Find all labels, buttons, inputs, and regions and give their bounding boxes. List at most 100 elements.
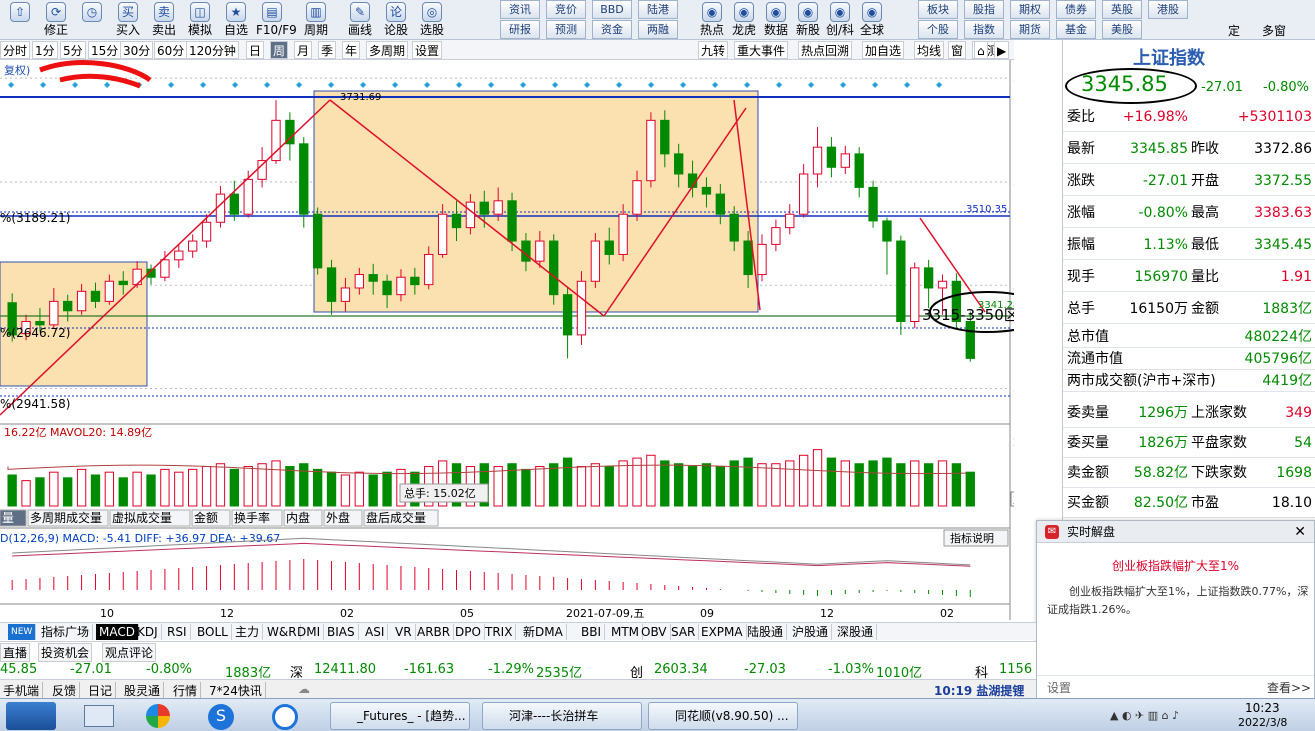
grid-button[interactable]: 期货 xyxy=(1010,20,1050,39)
indicator-tab[interactable]: DMI xyxy=(294,624,325,640)
popup-settings[interactable]: 设置 xyxy=(1047,679,1071,696)
indicator-tab[interactable]: OBV xyxy=(638,624,671,640)
close-icon[interactable]: ✕ xyxy=(1294,521,1306,543)
indicator-tab[interactable]: 沪股通 xyxy=(789,624,833,640)
toolbar-dragon-tiger-button[interactable]: ◉ 龙虎 xyxy=(728,0,760,40)
toolbar-label[interactable]: 多窗 xyxy=(1262,22,1286,39)
chart-tool[interactable]: 加自选 xyxy=(862,41,905,59)
indicator-tab[interactable]: EXPMA xyxy=(698,624,747,640)
indicator-tab[interactable]: BOLL xyxy=(194,624,232,640)
indicator-tab[interactable]: ARBR xyxy=(414,624,455,640)
indicator-tab[interactable]: VR xyxy=(392,624,416,640)
status-item[interactable]: 7*24快讯 xyxy=(206,682,266,699)
status-item[interactable]: 股灵通 xyxy=(121,682,165,699)
indicator-tab[interactable]: ASI xyxy=(362,624,389,640)
grid-button[interactable]: 陆港 xyxy=(638,0,678,19)
chart-tool[interactable]: 热点回溯 xyxy=(798,41,853,59)
grid-button[interactable]: 预测 xyxy=(546,20,586,39)
period-tab[interactable]: 年 xyxy=(342,41,361,59)
indicator-tab[interactable]: 深股通 xyxy=(834,624,878,640)
chart-tool[interactable]: 九转 xyxy=(698,41,729,59)
period-tab[interactable]: 5分 xyxy=(60,41,86,59)
taskbar-app[interactable]: 河津----长治拼车 xyxy=(482,702,642,730)
period-tab[interactable]: 分时 xyxy=(0,41,31,59)
grid-button[interactable]: 两融 xyxy=(638,20,678,39)
browser-icon[interactable] xyxy=(146,704,170,728)
toolbar-stock-pick-button[interactable]: ◎ 选股 xyxy=(416,0,448,40)
indicator-tab[interactable]: 新DMA xyxy=(520,624,567,640)
indicator-tab[interactable]: 陆股通 xyxy=(744,624,788,640)
chart-tool[interactable]: 窗 xyxy=(948,41,967,59)
toolbar-label[interactable]: 定 xyxy=(1228,22,1240,39)
search-app-icon[interactable]: S xyxy=(208,704,234,730)
grid-button[interactable]: 美股 xyxy=(1102,20,1142,39)
clock-date[interactable]: 2022/3/8 xyxy=(1238,716,1287,729)
toolbar-new-stock-button[interactable]: ◉ 新股 xyxy=(792,0,824,40)
grid-button[interactable]: 港股 xyxy=(1148,0,1188,19)
ticker-tab[interactable]: 直播 xyxy=(0,643,31,662)
indicator-tab[interactable]: KDJ xyxy=(134,624,162,640)
kline-chart[interactable]: ◆◆◆◆◆◆◆◆◆◆◆◆◆◆◆◆◆◆◆◆◆◆◆◆◆◆◆◆◆◆3763360834… xyxy=(0,60,1047,620)
indicator-tab[interactable]: BIAS xyxy=(324,624,359,640)
indicator-tab[interactable]: RSI xyxy=(164,624,191,640)
grid-button[interactable]: 指数 xyxy=(964,20,1004,39)
chart-tool[interactable]: 重大事件 xyxy=(734,41,789,59)
ticker-tab[interactable]: 观点评论 xyxy=(102,643,157,662)
play-icon[interactable]: ▶ xyxy=(994,41,1010,59)
toolbar-period-button[interactable]: ▥ 周期 xyxy=(300,0,332,40)
clock-time[interactable]: 10:23 xyxy=(1245,701,1280,715)
period-tab[interactable]: 120分钟 xyxy=(186,41,239,59)
tray-icons[interactable]: ▲ ◐ ✈ ▥ ⌂ ♪ xyxy=(1110,709,1210,723)
grid-button[interactable]: 资讯 xyxy=(500,0,540,19)
grid-button[interactable]: 个股 xyxy=(918,20,958,39)
indicator-tab[interactable]: DPO xyxy=(452,624,485,640)
toolbar-discuss-button[interactable]: 论论股 xyxy=(380,0,412,40)
toolbar-favorite-button[interactable]: ★ 自选 xyxy=(220,0,252,40)
grid-button[interactable]: 研报 xyxy=(500,20,540,39)
period-tab[interactable]: 30分 xyxy=(120,41,154,59)
status-item[interactable]: 日记 xyxy=(85,682,117,699)
toolbar-hot-button[interactable]: ◉ 热点 xyxy=(696,0,728,40)
period-tab[interactable]: 周 xyxy=(270,41,289,59)
status-item[interactable]: 手机端 xyxy=(0,682,44,699)
toolbar-clock-button[interactable]: ◷ xyxy=(76,0,108,40)
grid-button[interactable]: 资金 xyxy=(592,20,632,39)
period-tab[interactable]: 月 xyxy=(294,41,313,59)
period-tab[interactable]: 1分 xyxy=(32,41,58,59)
chart-area[interactable]: ◆◆◆◆◆◆◆◆◆◆◆◆◆◆◆◆◆◆◆◆◆◆◆◆◆◆◆◆◆◆3763360834… xyxy=(0,60,1047,620)
start-button[interactable] xyxy=(6,702,56,730)
toolbar-sell-button[interactable]: 卖卖出 xyxy=(148,0,180,40)
toolbar-buy-button[interactable]: 买买入 xyxy=(112,0,144,40)
toolbar-growth-board-button[interactable]: ◉ 创/科 xyxy=(824,0,856,40)
indicator-tab[interactable]: BBI xyxy=(578,624,606,640)
grid-button[interactable]: 期权 xyxy=(1010,0,1050,19)
taskbar-app[interactable]: _Futures_ - [趋势... xyxy=(330,702,470,730)
toolbar-data-button[interactable]: ◉ 数据 xyxy=(760,0,792,40)
indicator-tab[interactable]: SAR xyxy=(668,624,700,640)
toolbar-refresh-button[interactable]: ⟳ 修正 xyxy=(40,0,72,40)
indicator-tab[interactable]: MACD xyxy=(96,624,139,640)
popup-more-link[interactable]: 查看>> xyxy=(1267,679,1311,696)
chart-tool[interactable]: 均线 xyxy=(914,41,945,59)
indicator-tab[interactable]: TRIX xyxy=(482,624,517,640)
lock-icon[interactable]: ⌂ xyxy=(974,41,988,59)
grid-button[interactable]: 基金 xyxy=(1056,20,1096,39)
taskbar-app[interactable]: 同花顺(v8.90.50) ... xyxy=(648,702,798,730)
toolbar-up-arrow-button[interactable]: ⇧ xyxy=(4,0,36,40)
status-item[interactable]: 行情 xyxy=(170,682,202,699)
period-tab[interactable]: 60分 xyxy=(154,41,188,59)
toolbar-f10-button[interactable]: ▤ F10/F9 xyxy=(256,0,297,40)
grid-button[interactable]: 板块 xyxy=(918,0,958,19)
browser-edge-icon[interactable] xyxy=(272,704,298,730)
indicator-tab[interactable]: 主力 xyxy=(232,624,264,640)
indicator-tab[interactable]: 指标广场 xyxy=(38,624,94,640)
grid-button[interactable]: 竞价 xyxy=(546,0,586,19)
period-tab[interactable]: 15分 xyxy=(88,41,122,59)
show-desktop-icon[interactable] xyxy=(84,705,114,727)
period-tab[interactable]: 季 xyxy=(318,41,337,59)
status-item[interactable]: 反馈 xyxy=(49,682,81,699)
toolbar-simulate-button[interactable]: ◫ 模拟 xyxy=(184,0,216,40)
period-tab[interactable]: 多周期 xyxy=(366,41,409,59)
grid-button[interactable]: BBD xyxy=(592,0,632,19)
ticker-tab[interactable]: 投资机会 xyxy=(38,643,93,662)
